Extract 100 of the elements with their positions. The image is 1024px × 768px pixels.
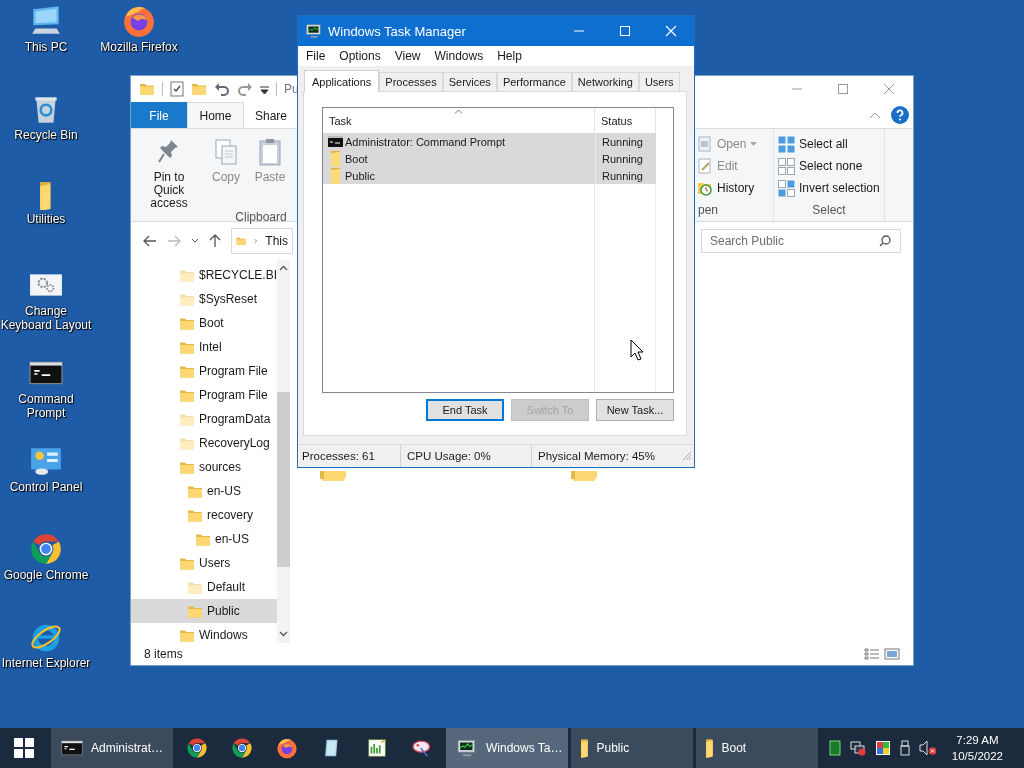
color-icon[interactable] bbox=[874, 740, 891, 756]
ribbon-button[interactable]: Pin to Quick access bbox=[137, 133, 201, 210]
tree-item[interactable]: recovery bbox=[131, 503, 278, 527]
ribbon-tab[interactable]: File bbox=[131, 102, 187, 128]
tree-item[interactable]: $RECYCLE.BI bbox=[131, 263, 278, 287]
history-icon bbox=[697, 180, 713, 196]
recent-locations-icon[interactable] bbox=[191, 238, 199, 244]
resize-grip-icon[interactable] bbox=[682, 451, 692, 461]
task-row[interactable]: Public Running bbox=[323, 167, 656, 184]
group-label: Select bbox=[811, 203, 847, 219]
ribbon-button[interactable]: Select all bbox=[778, 135, 880, 153]
up-icon[interactable] bbox=[209, 234, 221, 248]
desktop-icon-label[interactable]: This PC bbox=[24, 40, 68, 54]
large-icons-view-icon[interactable] bbox=[884, 648, 900, 660]
windows-start-icon[interactable] bbox=[14, 738, 34, 758]
folder-icon bbox=[328, 150, 343, 167]
details-view-icon[interactable] bbox=[864, 648, 880, 660]
dialog-button[interactable]: End Task bbox=[426, 399, 504, 421]
tree-item[interactable]: Default bbox=[131, 575, 278, 599]
dialog-button[interactable]: New Task... bbox=[596, 399, 674, 421]
tree-item[interactable]: $SysReset bbox=[131, 287, 278, 311]
status-text: Physical Memory: 45% bbox=[537, 449, 656, 464]
task-name: Public bbox=[345, 169, 375, 182]
properties-icon[interactable] bbox=[170, 81, 184, 97]
desktop-icon-label[interactable]: Recycle Bin bbox=[14, 128, 78, 142]
breadcrumb[interactable]: This bbox=[265, 234, 288, 248]
group-label: Clipboard bbox=[234, 210, 288, 224]
task-row[interactable]: Boot Running bbox=[323, 150, 656, 167]
scroll-down-icon[interactable] bbox=[279, 631, 289, 637]
tree-item[interactable]: RecoveryLog bbox=[131, 431, 278, 455]
chip-icon[interactable] bbox=[828, 740, 841, 756]
search-icon bbox=[879, 235, 891, 247]
tab[interactable]: Processes bbox=[379, 72, 443, 91]
menu-item[interactable]: Windows bbox=[427, 46, 491, 66]
desktop-icon-label[interactable]: Internet Explorer bbox=[1, 656, 91, 670]
desktop-icon-label[interactable]: Command Prompt bbox=[0, 392, 92, 420]
invert-selection-icon bbox=[778, 179, 795, 197]
folder-icon bbox=[191, 82, 207, 96]
taskbar-button[interactable]: Windows Ta… bbox=[446, 728, 568, 768]
close-icon[interactable] bbox=[883, 83, 895, 95]
search-field[interactable]: Search Public bbox=[701, 229, 901, 253]
tree-item[interactable]: ProgramData bbox=[131, 407, 278, 431]
ribbon-tab[interactable]: Share bbox=[244, 102, 299, 128]
tree-item[interactable]: Program File bbox=[131, 359, 278, 383]
ribbon-tab[interactable]: Home bbox=[187, 102, 244, 128]
taskbar-button[interactable]: Public bbox=[571, 728, 693, 768]
open-icon bbox=[697, 136, 713, 152]
tree-item[interactable]: Public bbox=[131, 599, 278, 623]
taskbar-button[interactable]: Boot bbox=[696, 728, 818, 768]
menu-item[interactable]: Options bbox=[332, 46, 388, 66]
tree-item[interactable]: Boot bbox=[131, 311, 278, 335]
sort-caret-icon bbox=[454, 109, 463, 114]
ribbon-button[interactable]: History bbox=[697, 179, 769, 197]
ribbon-button[interactable]: Invert selection bbox=[778, 179, 880, 197]
paint-icon bbox=[411, 737, 433, 759]
menu-item[interactable]: File bbox=[299, 46, 333, 66]
back-icon[interactable] bbox=[143, 235, 157, 247]
monitor-icon bbox=[305, 22, 323, 40]
tree-item[interactable]: sources bbox=[131, 455, 278, 479]
taskbar-button[interactable]: Administrat… bbox=[51, 728, 173, 768]
firefox-icon bbox=[122, 4, 156, 38]
speaker-muted-icon[interactable] bbox=[918, 740, 937, 756]
undo-icon[interactable] bbox=[214, 82, 230, 96]
desktop-icon-label[interactable]: Google Chrome bbox=[3, 568, 89, 582]
desktop-icon-label[interactable]: Mozilla Firefox bbox=[100, 40, 178, 54]
task-row[interactable]: Administrator: Command Prompt Running bbox=[323, 133, 656, 150]
clipboard-icon bbox=[257, 137, 283, 167]
select-all-icon bbox=[778, 135, 795, 153]
tree-item[interactable]: Program File bbox=[131, 383, 278, 407]
help-icon[interactable] bbox=[891, 106, 909, 124]
tab[interactable]: Services bbox=[442, 72, 497, 91]
chart-icon bbox=[366, 737, 388, 759]
scrollbar[interactable] bbox=[277, 260, 291, 643]
tab[interactable]: Users bbox=[638, 72, 680, 91]
tab[interactable]: Performance bbox=[496, 72, 572, 91]
folder-icon bbox=[571, 471, 597, 481]
tree-item[interactable]: en-US bbox=[131, 479, 278, 503]
tree-item[interactable]: en-US bbox=[131, 527, 278, 551]
tree-item[interactable]: Intel bbox=[131, 335, 278, 359]
menu-item[interactable]: Help bbox=[490, 46, 529, 66]
collapse-ribbon-icon[interactable] bbox=[869, 111, 881, 119]
usb-drive-icon[interactable] bbox=[899, 740, 910, 756]
tab[interactable]: Applications bbox=[304, 70, 380, 92]
ribbon-button[interactable]: Select none bbox=[778, 157, 880, 175]
redo-icon[interactable] bbox=[237, 82, 253, 96]
desktop-icon-label[interactable]: Control Panel bbox=[9, 480, 83, 494]
scroll-up-icon[interactable] bbox=[279, 265, 289, 271]
folder-icon bbox=[328, 167, 343, 184]
desktop-icon-label[interactable]: Utilities bbox=[26, 211, 66, 226]
network-icon[interactable] bbox=[849, 740, 866, 756]
maximize-icon[interactable] bbox=[837, 83, 849, 95]
clock[interactable]: 7:29 AM 10/5/2022 bbox=[947, 728, 1007, 768]
dropdown-icon[interactable] bbox=[260, 84, 269, 94]
menu-item[interactable]: View bbox=[387, 46, 428, 66]
address-bar[interactable]: This bbox=[231, 228, 293, 254]
chrome-icon bbox=[186, 737, 208, 759]
tree-item[interactable]: Windows bbox=[131, 623, 278, 647]
tab[interactable]: Networking bbox=[571, 72, 639, 91]
desktop-icon-label[interactable]: Change Keyboard Layout bbox=[0, 304, 92, 332]
tree-item[interactable]: Users bbox=[131, 551, 278, 575]
